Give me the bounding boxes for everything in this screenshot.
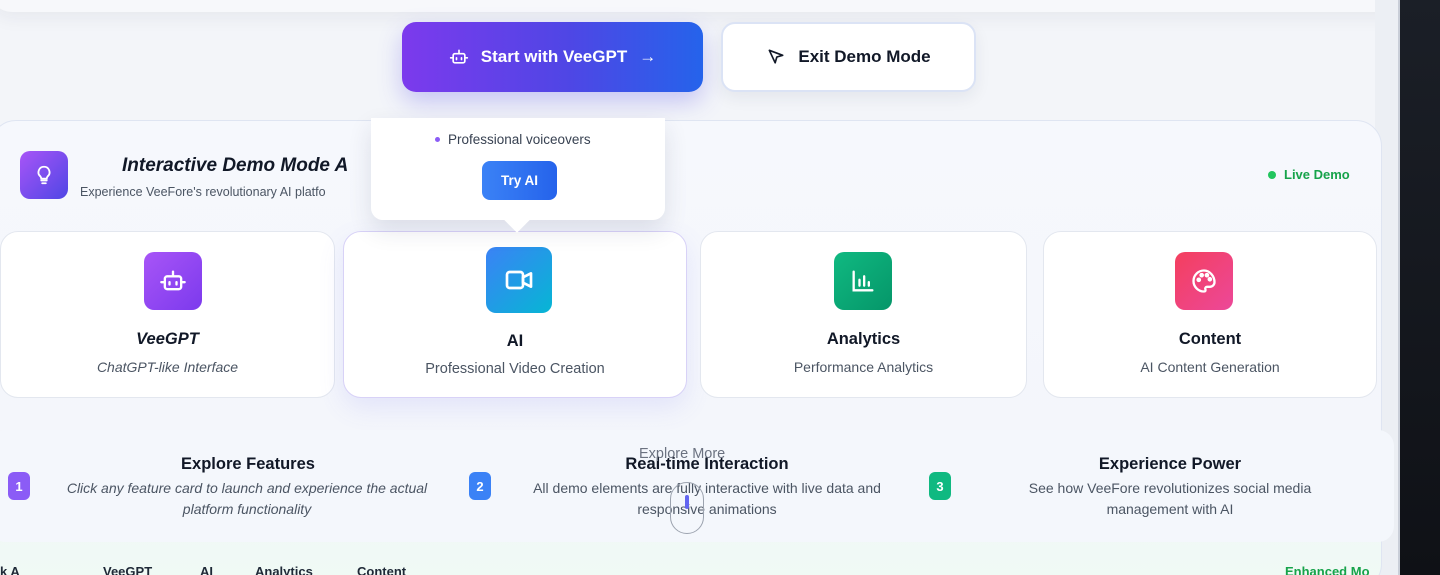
feature-card-content[interactable]: Content AI Content Generation	[1043, 231, 1377, 398]
bottom-nav-item[interactable]: AI	[200, 564, 213, 575]
bottom-nav-item[interactable]: k A	[0, 564, 20, 575]
bottom-nav-item[interactable]: VeeGPT	[103, 564, 152, 575]
step-title: Experience Power	[1098, 455, 1242, 473]
device-frame-edge	[1400, 0, 1440, 575]
feature-card-ai[interactable]: AI Professional Video Creation	[343, 231, 687, 398]
try-ai-button[interactable]: Try AI	[482, 161, 557, 200]
feature-desc: AI Content Generation	[1140, 359, 1280, 375]
top-panel	[0, 0, 1410, 12]
demo-title: Interactive Demo Mode A	[122, 155, 349, 176]
live-demo-label: Live Demo	[1284, 167, 1350, 182]
feature-desc: Performance Analytics	[793, 359, 934, 375]
start-with-veegpt-button[interactable]: Start with VeeGPT →	[402, 22, 703, 92]
feature-name: AI	[506, 332, 524, 350]
ai-tooltip: Professional voiceovers Try AI	[371, 118, 665, 220]
exit-demo-mode-button[interactable]: Exit Demo Mode	[721, 22, 976, 92]
cursor-pointer-icon	[766, 47, 786, 67]
step-desc: All demo elements are fully interactive …	[533, 480, 881, 517]
feature-card-analytics[interactable]: Analytics Performance Analytics	[700, 231, 1027, 398]
step-number-badge: 2	[469, 472, 491, 500]
tooltip-bullet: Professional voiceovers	[435, 132, 591, 147]
start-with-veegpt-label: Start with VeeGPT	[480, 47, 628, 66]
step-number-badge: 1	[8, 472, 30, 500]
lightbulb-icon	[20, 151, 68, 199]
step-number-badge: 3	[929, 472, 951, 500]
palette-icon	[1175, 252, 1233, 310]
explore-more-label: Explore More	[639, 446, 726, 462]
demo-subtitle: Experience VeeFore's revolutionary AI pl…	[80, 185, 326, 199]
robot-icon	[144, 252, 202, 310]
feature-desc: ChatGPT-like Interface	[96, 359, 239, 375]
feature-desc: Professional Video Creation	[425, 361, 605, 377]
feature-name: VeeGPT	[136, 330, 199, 348]
feature-card-veegpt[interactable]: VeeGPT ChatGPT-like Interface	[0, 231, 335, 398]
exit-demo-mode-label: Exit Demo Mode	[798, 47, 931, 66]
bullet-dot-icon	[435, 137, 440, 142]
step-desc: Click any feature card to launch and exp…	[66, 480, 428, 517]
arrow-right-icon: →	[639, 47, 657, 66]
scroll-wheel	[685, 495, 689, 509]
bottom-nav-item[interactable]: Content	[357, 564, 406, 575]
feature-name: Content	[1178, 330, 1242, 348]
tooltip-bullet-text: Professional voiceovers	[448, 132, 591, 147]
live-demo-badge: Live Demo	[1268, 167, 1350, 182]
bottom-nav-row: k A VeeGPT AI Analytics Content Enhanced…	[0, 564, 1440, 575]
scroll-mouse-icon[interactable]	[670, 482, 704, 534]
feature-name: Analytics	[826, 330, 901, 348]
bottom-nav-item[interactable]: Enhanced Mo	[1285, 564, 1370, 575]
step-title: Explore Features	[181, 455, 315, 473]
video-camera-icon	[486, 247, 552, 313]
bottom-nav-item[interactable]: Analytics	[255, 564, 313, 575]
step-desc: See how VeeFore revolutionizes social me…	[1028, 480, 1312, 517]
live-dot-icon	[1268, 170, 1276, 179]
bar-chart-icon	[834, 252, 892, 310]
robot-icon	[449, 47, 469, 67]
